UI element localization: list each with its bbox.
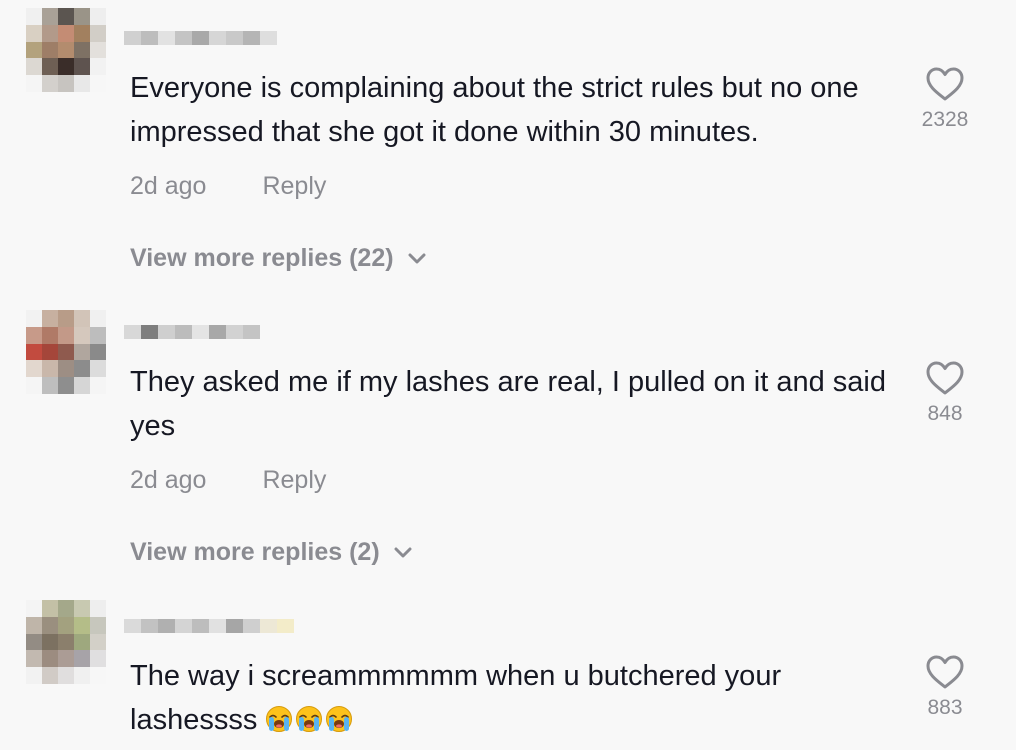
chevron-down-icon bbox=[408, 253, 426, 263]
like-count: 2328 bbox=[921, 108, 969, 131]
heart-icon[interactable] bbox=[925, 654, 965, 690]
username-redacted[interactable] bbox=[124, 612, 294, 640]
like-control: 883 bbox=[905, 654, 985, 720]
view-more-replies-label: View more replies (22) bbox=[130, 244, 394, 272]
username-redacted[interactable] bbox=[124, 318, 260, 346]
comment-text: Everyone is complaining about the strict… bbox=[130, 72, 859, 148]
comment-text: The way i screammmmmm when u butchered y… bbox=[130, 654, 900, 742]
comment-text: They asked me if my lashes are real, I p… bbox=[130, 366, 886, 442]
heart-icon[interactable] bbox=[925, 66, 965, 102]
like-count: 883 bbox=[927, 696, 963, 719]
reply-button[interactable]: Reply bbox=[262, 466, 326, 495]
view-more-replies-button[interactable]: View more replies (2) bbox=[130, 538, 412, 567]
comment-meta: 2d ago Reply bbox=[130, 172, 326, 201]
avatar[interactable] bbox=[26, 8, 106, 92]
chevron-down-icon bbox=[394, 547, 412, 557]
view-more-replies-label: View more replies (2) bbox=[130, 538, 380, 566]
loudly-crying-face-icon bbox=[296, 706, 323, 732]
loudly-crying-emoji-group bbox=[265, 704, 355, 736]
like-control: 848 bbox=[905, 360, 985, 426]
comment-meta: 2d ago Reply bbox=[130, 466, 326, 495]
heart-icon[interactable] bbox=[925, 360, 965, 396]
avatar[interactable] bbox=[26, 310, 106, 394]
comment-time: 2d ago bbox=[130, 466, 207, 494]
like-control: 2328 bbox=[905, 66, 985, 132]
view-more-replies-button[interactable]: View more replies (22) bbox=[130, 244, 426, 273]
comment-time: 2d ago bbox=[130, 172, 207, 200]
like-count: 848 bbox=[927, 402, 963, 425]
avatar[interactable] bbox=[26, 600, 106, 684]
loudly-crying-face-icon bbox=[266, 706, 293, 732]
loudly-crying-face-icon bbox=[326, 706, 353, 732]
comment-text-content: The way i screammmmmm when u butchered y… bbox=[130, 660, 782, 736]
username-redacted[interactable] bbox=[124, 24, 277, 52]
reply-button[interactable]: Reply bbox=[262, 172, 326, 201]
